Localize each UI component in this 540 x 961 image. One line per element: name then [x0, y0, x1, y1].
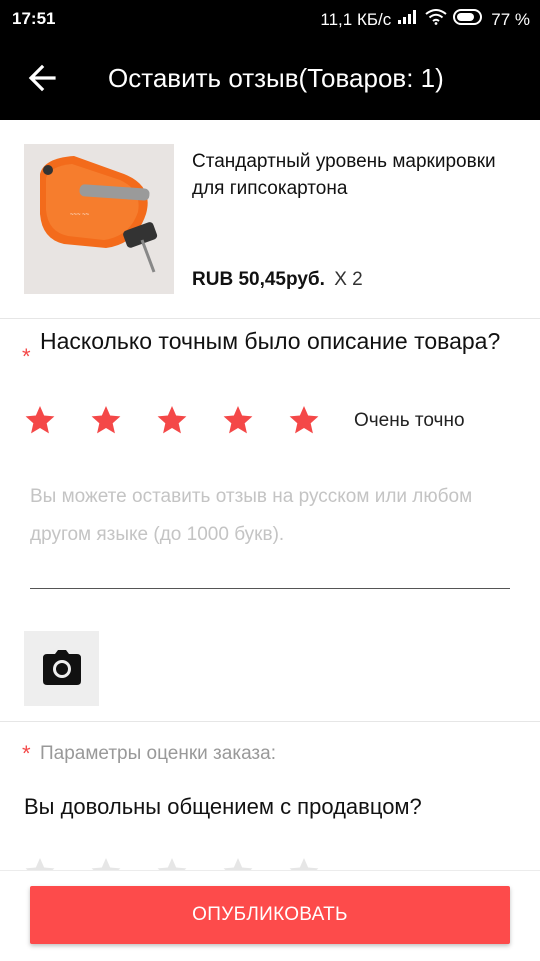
battery-icon [453, 9, 485, 30]
product-card: ~~~ ~~ Стандартный уровень маркировки дл… [0, 120, 540, 319]
product-price: RUB 50,45руб. [192, 269, 325, 290]
arrow-left-icon [28, 64, 56, 92]
footer-bar: ОПУБЛИКОВАТЬ [0, 870, 540, 961]
add-photo-button[interactable] [24, 631, 99, 706]
wifi-icon [425, 9, 447, 30]
product-image[interactable]: ~~~ ~~ [24, 144, 174, 294]
battery-level: 77 % [491, 9, 530, 29]
seller-question: Вы довольны общением с продавцом? [24, 794, 422, 819]
section-divider [0, 721, 540, 722]
required-mark-params: * [22, 741, 31, 766]
publish-button[interactable]: ОПУБЛИКОВАТЬ [30, 886, 510, 944]
required-mark: * [22, 344, 31, 369]
back-button[interactable] [24, 60, 64, 96]
order-params-title: Параметры оценки заказа: [40, 743, 276, 764]
accuracy-star-4[interactable] [222, 404, 254, 436]
signal-icon [397, 9, 419, 30]
rating-label: Очень точно [354, 410, 465, 431]
network-speed: 11,1 КБ/с [320, 9, 392, 29]
accuracy-star-3[interactable] [156, 404, 188, 436]
review-input[interactable] [30, 478, 510, 589]
camera-icon [43, 650, 81, 685]
product-price-line: RUB 50,45руб. X 2 [192, 269, 363, 291]
status-right: 11,1 КБ/с 77 % [320, 9, 530, 30]
svg-text:~~~ ~~: ~~~ ~~ [70, 212, 90, 218]
product-quantity: X 2 [334, 269, 363, 290]
status-time: 17:51 [12, 9, 56, 28]
status-bar: 17:51 11,1 КБ/с 77 % [0, 0, 540, 36]
app-header: Оставить отзыв(Товаров: 1) [0, 36, 540, 120]
accuracy-star-2[interactable] [90, 404, 122, 436]
accuracy-star-1[interactable] [24, 404, 56, 436]
product-name: Стандартный уровень маркировки для гипсо… [192, 151, 496, 199]
accuracy-rating [24, 404, 320, 436]
accuracy-question: Насколько точным было описание товара? [40, 328, 501, 354]
page-title: Оставить отзыв(Товаров: 1) [108, 63, 444, 93]
accuracy-star-5[interactable] [288, 404, 320, 436]
